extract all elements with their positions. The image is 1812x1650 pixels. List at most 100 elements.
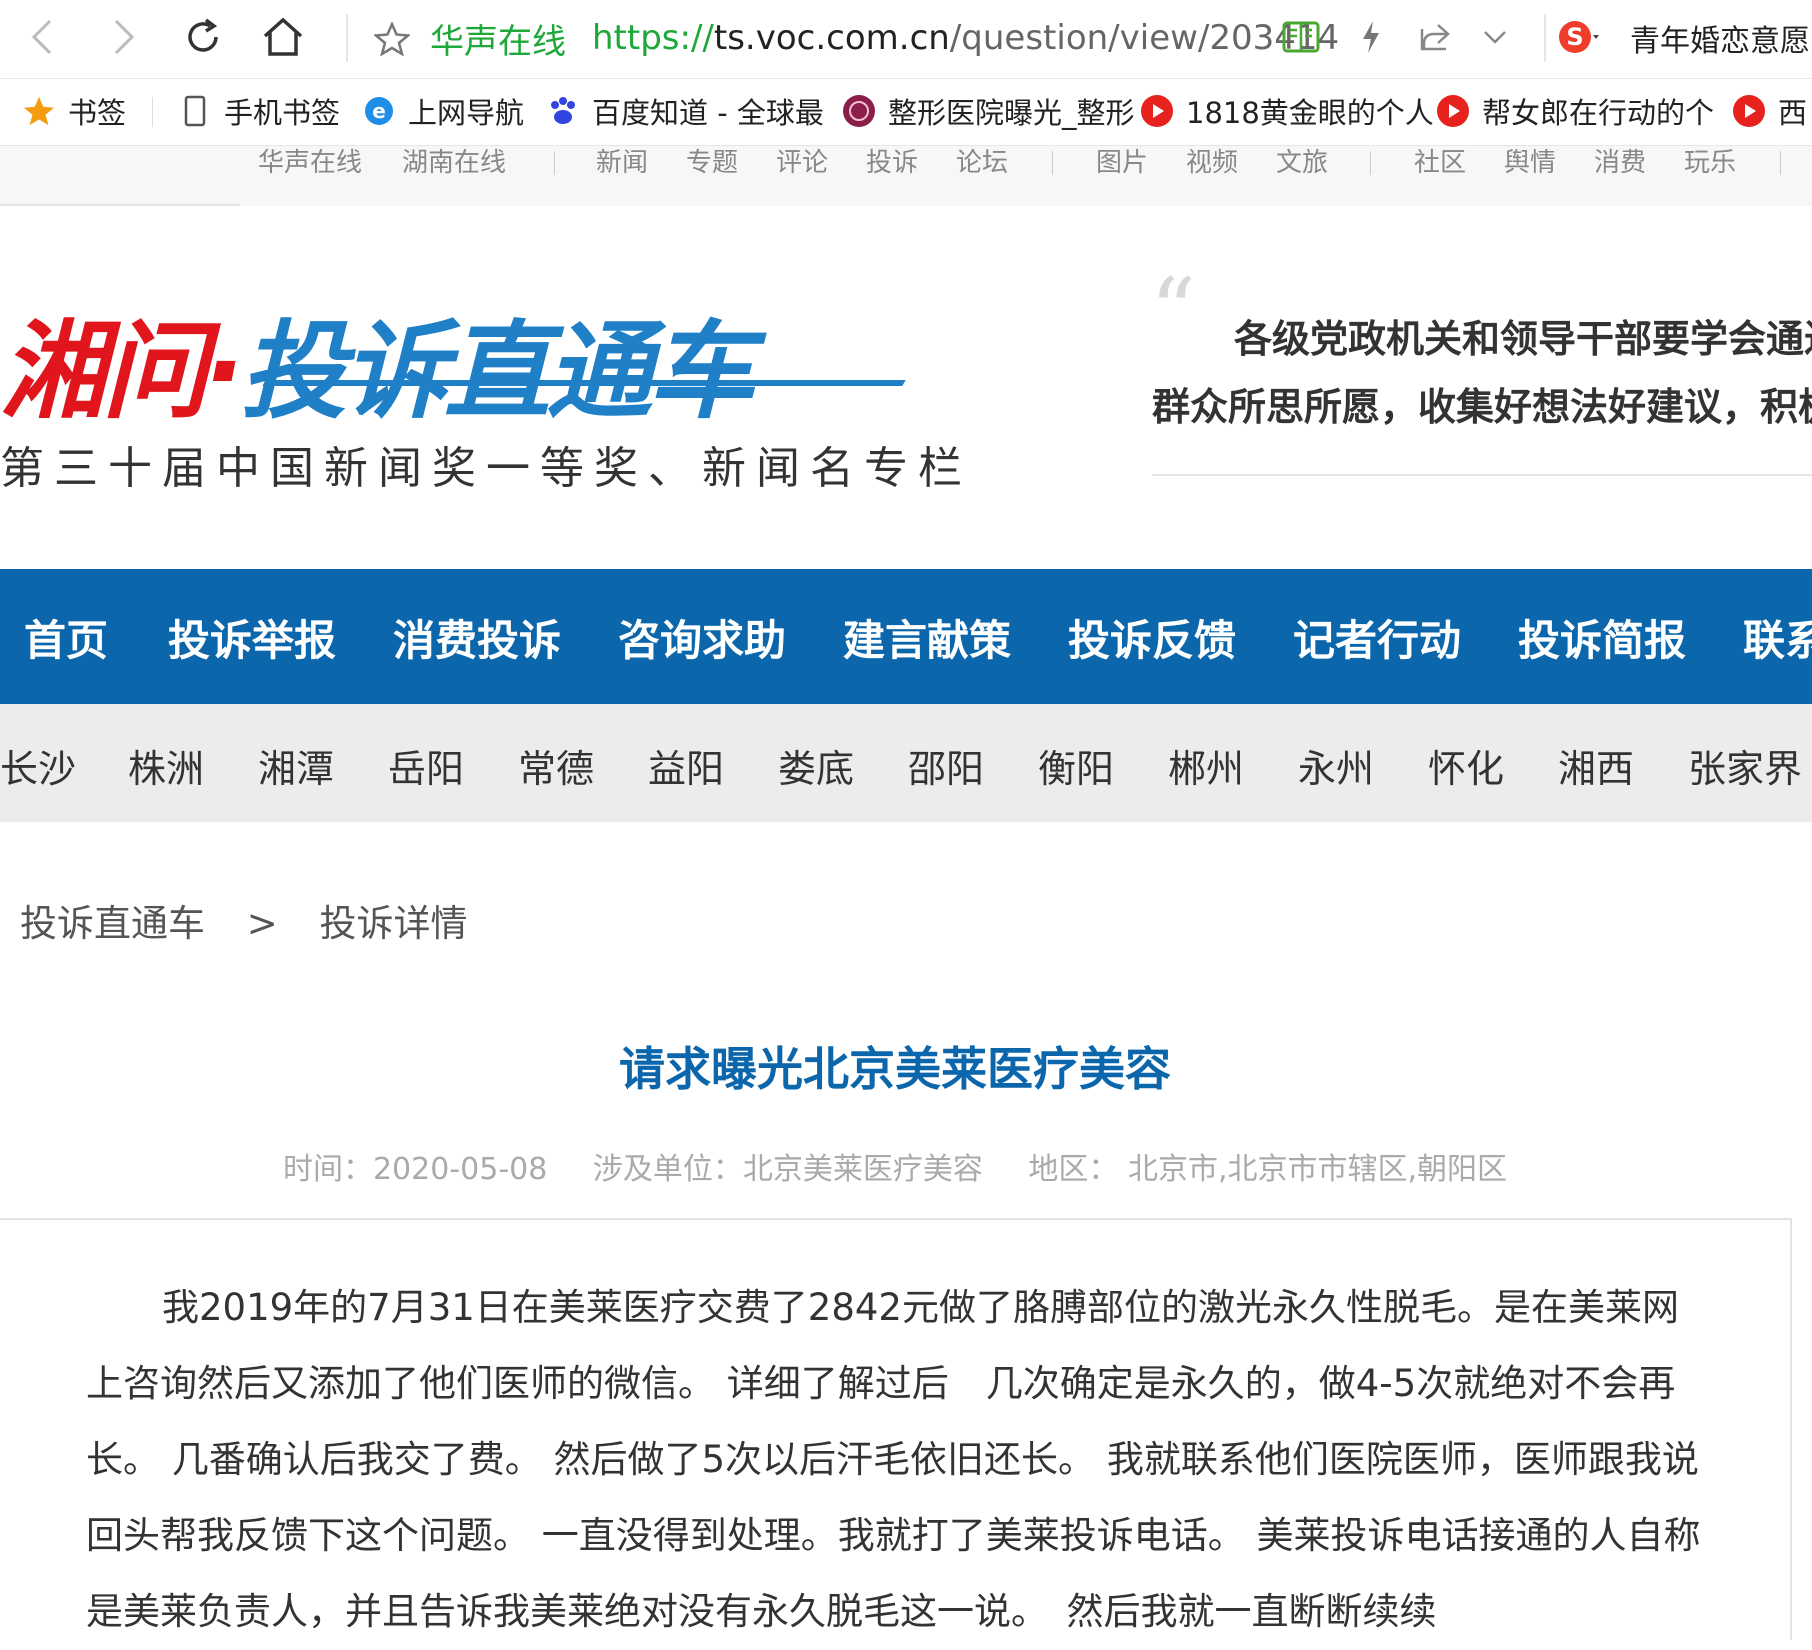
forward-arrow-icon[interactable] <box>100 14 146 60</box>
region-link[interactable]: 怀化 <box>1428 738 1504 793</box>
topnav-link[interactable]: 论坛 <box>956 146 1008 180</box>
logo-subtitle: 第三十届中国新闻奖一等奖、新闻名专栏 <box>0 443 972 494</box>
url-host: ts.voc.com.cn <box>713 18 950 58</box>
bookmark-item[interactable]: 书签 <box>22 91 126 131</box>
bookmark-item[interactable]: 帮女郎在行动的个 <box>1436 91 1714 131</box>
topnav-link[interactable]: 专题 <box>686 146 738 180</box>
mainnav-item[interactable]: 投诉举报 <box>168 607 336 668</box>
topnav-link[interactable]: 评论 <box>776 146 828 180</box>
region-link[interactable]: 株洲 <box>128 738 204 793</box>
region-link[interactable]: 常德 <box>518 738 594 793</box>
reader-mode-icon[interactable] <box>1278 14 1324 60</box>
baidu-paw-icon <box>546 94 580 128</box>
toolbar-divider <box>346 14 348 62</box>
site-logo[interactable]: 湘问·投诉直通车 <box>0 285 906 439</box>
mainnav-home[interactable]: 首页 <box>24 607 108 668</box>
topnav-link[interactable]: 文旅 <box>1276 146 1328 180</box>
divider <box>554 151 555 175</box>
svg-text:S: S <box>1566 23 1583 51</box>
topnav-link[interactable]: 湖南在线 <box>402 146 506 180</box>
divider <box>0 204 240 206</box>
header-quote-line: 群众所思所愿，收集好想法好建议，积极 <box>1152 384 1812 429</box>
bookmark-label: 百度知道 - 全球最 <box>592 96 824 130</box>
bookmark-item[interactable]: 整形医院曝光_整形 <box>842 91 1135 131</box>
bookmark-star-icon[interactable] <box>372 20 412 65</box>
region-link[interactable]: 邵阳 <box>908 738 984 793</box>
region-link[interactable]: 益阳 <box>648 738 724 793</box>
bookmark-item[interactable]: 西 <box>1732 91 1807 131</box>
browser-toolbar: 华声在线 https://ts.voc.com.cn/question/view… <box>0 0 1812 79</box>
bookmark-label: 帮女郎在行动的个 <box>1482 96 1715 130</box>
article-region: 地区： 北京市,北京市市辖区,朝阳区 <box>1028 1152 1508 1187</box>
home-icon[interactable] <box>260 14 306 60</box>
region-link[interactable]: 湘潭 <box>258 738 334 793</box>
divider <box>1780 151 1781 175</box>
topnav-link[interactable]: 新闻 <box>596 146 648 180</box>
bookmark-label: 手机书签 <box>224 96 341 130</box>
breadcrumb-current: 投诉详情 <box>319 902 468 945</box>
breadcrumb: 投诉直通车 > 投诉详情 <box>20 893 498 947</box>
bookmark-label: 书签 <box>68 96 127 130</box>
header-quote-line: 各级党政机关和领导干部要学会通过 <box>1234 316 1812 361</box>
right-tab-title[interactable]: 青年婚恋意愿 <box>1630 16 1810 60</box>
topnav-link[interactable]: 投诉 <box>866 146 918 180</box>
bookmark-item[interactable]: e 上网导航 <box>362 91 524 131</box>
topnav-link[interactable]: 玩乐 <box>1684 146 1736 180</box>
mainnav-item[interactable]: 记者行动 <box>1293 607 1461 668</box>
mainnav-item[interactable]: 咨询求助 <box>618 607 786 668</box>
article-body: 我2019年的7月31日在美莱医疗交费了2842元做了胳膊部位的激光永久性脱毛。… <box>86 1286 1701 1633</box>
svg-text:e: e <box>372 99 386 123</box>
topnav-link[interactable]: 消费 <box>1594 146 1646 180</box>
divider <box>1152 474 1812 476</box>
bookmark-label: 1818黄金眼的个人 <box>1186 96 1434 130</box>
region-link[interactable]: 湘西 <box>1558 738 1634 793</box>
topnav-link[interactable]: 视频 <box>1186 146 1238 180</box>
logo-underline <box>262 380 906 386</box>
share-icon[interactable] <box>1412 14 1458 60</box>
mainnav-item[interactable]: 联系 <box>1743 607 1812 668</box>
region-link[interactable]: 郴州 <box>1168 738 1244 793</box>
bookmark-item[interactable]: 1818黄金眼的个人 <box>1140 91 1434 131</box>
mainnav-item[interactable]: 建言献策 <box>843 607 1011 668</box>
quote-mark-icon: “ <box>1150 259 1197 364</box>
article-meta: 时间：2020-05-08 涉及单位：北京美莱医疗美容 地区： 北京市,北京市市… <box>0 1144 1790 1188</box>
main-nav: 首页 投诉举报 消费投诉 咨询求助 建言献策 投诉反馈 记者行动 投诉简报 联系 <box>0 569 1812 704</box>
region-link[interactable]: 长沙 <box>0 738 76 793</box>
clinic-logo-icon <box>842 94 876 128</box>
topnav-link[interactable]: 舆情 <box>1504 146 1556 180</box>
region-nav: 长沙 株洲 湘潭 岳阳 常德 益阳 娄底 邵阳 衡阳 郴州 永州 怀化 湘西 张… <box>0 704 1812 822</box>
bookmark-item[interactable]: 百度知道 - 全球最 <box>546 91 824 131</box>
refresh-icon[interactable] <box>180 14 226 60</box>
page-title: 请求曝光北京美莱医疗美容 <box>619 1042 1171 1096</box>
lightning-icon[interactable] <box>1348 14 1394 60</box>
region-link[interactable]: 衡阳 <box>1038 738 1114 793</box>
region-link[interactable]: 岳阳 <box>388 738 464 793</box>
topnav-link[interactable]: 图片 <box>1096 146 1148 180</box>
logo-red-text: 湘问· <box>0 310 244 433</box>
divider <box>152 97 153 127</box>
logo-blue-text: 投诉直通车 <box>240 310 754 433</box>
region-link[interactable]: 永州 <box>1298 738 1374 793</box>
mainnav-item[interactable]: 消费投诉 <box>393 607 561 668</box>
site-top-nav: 华声在线 湖南在线 新闻 专题 评论 投诉 论坛 图片 视频 文旅 社区 舆情 … <box>0 146 1812 206</box>
divider <box>1370 151 1371 175</box>
region-link[interactable]: 张家界 <box>1688 738 1802 793</box>
mainnav-item[interactable]: 投诉简报 <box>1518 607 1686 668</box>
article-time: 时间：2020-05-08 <box>282 1152 548 1187</box>
breadcrumb-root[interactable]: 投诉直通车 <box>20 902 205 945</box>
bookmark-label: 整形医院曝光_整形 <box>888 96 1135 130</box>
video-play-icon <box>1732 94 1766 128</box>
region-link[interactable]: 娄底 <box>778 738 854 793</box>
back-arrow-icon[interactable] <box>20 14 66 60</box>
toolbar-divider <box>1544 14 1546 62</box>
sogou-logo-icon[interactable]: S <box>1556 14 1602 60</box>
url-site-name: 华声在线 <box>430 21 566 62</box>
mainnav-item[interactable]: 投诉反馈 <box>1068 607 1236 668</box>
divider <box>1052 151 1053 175</box>
bookmark-item[interactable]: 手机书签 <box>178 91 340 131</box>
chevron-down-icon[interactable] <box>1472 14 1518 60</box>
topnav-link[interactable]: 社区 <box>1414 146 1466 180</box>
topnav-link[interactable]: 华声在线 <box>258 146 362 180</box>
url-protocol: https:// <box>592 18 714 58</box>
video-play-icon <box>1436 94 1470 128</box>
